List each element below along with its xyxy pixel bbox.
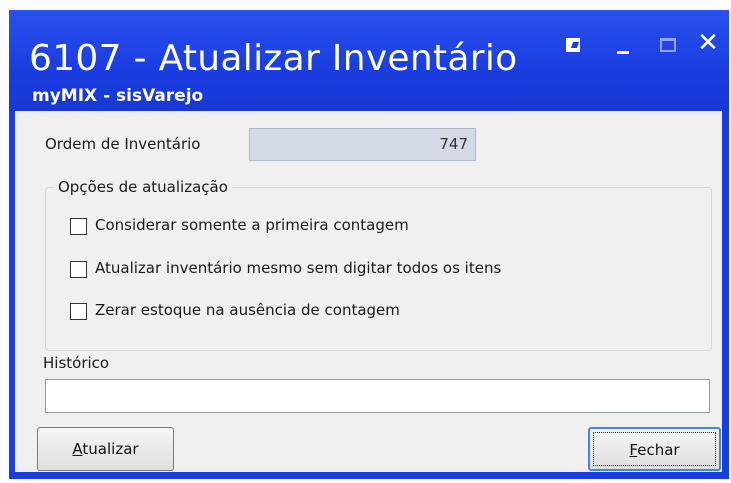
dialog-body: Ordem de Inventário 747 Opções de atuali… (15, 111, 722, 472)
close-button[interactable]: Fechar (588, 427, 721, 471)
history-label: Histórico (43, 354, 110, 372)
checkbox[interactable] (70, 218, 87, 235)
minimize-icon[interactable] (611, 34, 637, 60)
update-button[interactable]: Atualizar (37, 427, 174, 471)
option-label: Zerar estoque na ausência de contagem (95, 301, 400, 319)
option-label: Considerar somente a primeira contagem (95, 216, 409, 234)
window-title: 6107 - Atualizar Inventário (29, 38, 518, 79)
update-accel: A (72, 440, 83, 458)
update-options-title: Opções de atualização (54, 178, 232, 196)
checkbox[interactable] (70, 303, 87, 320)
option-label: Atualizar inventário mesmo sem digitar t… (95, 259, 502, 277)
window-restore-icon[interactable] (561, 34, 587, 60)
order-label: Ordem de Inventário (45, 135, 201, 153)
app-subtitle: myMIX - sisVarejo (32, 86, 204, 106)
title-bar[interactable]: 6107 - Atualizar Inventário myMIX - sisV… (9, 10, 729, 111)
dialog-window: 6107 - Atualizar Inventário myMIX - sisV… (9, 10, 729, 479)
checkbox[interactable] (70, 261, 87, 278)
update-label: tualizar (82, 440, 139, 458)
order-number-field[interactable]: 747 (249, 128, 476, 161)
history-input[interactable] (45, 379, 710, 413)
maximize-icon[interactable] (656, 34, 682, 60)
close-icon[interactable]: ✕ (695, 30, 721, 56)
